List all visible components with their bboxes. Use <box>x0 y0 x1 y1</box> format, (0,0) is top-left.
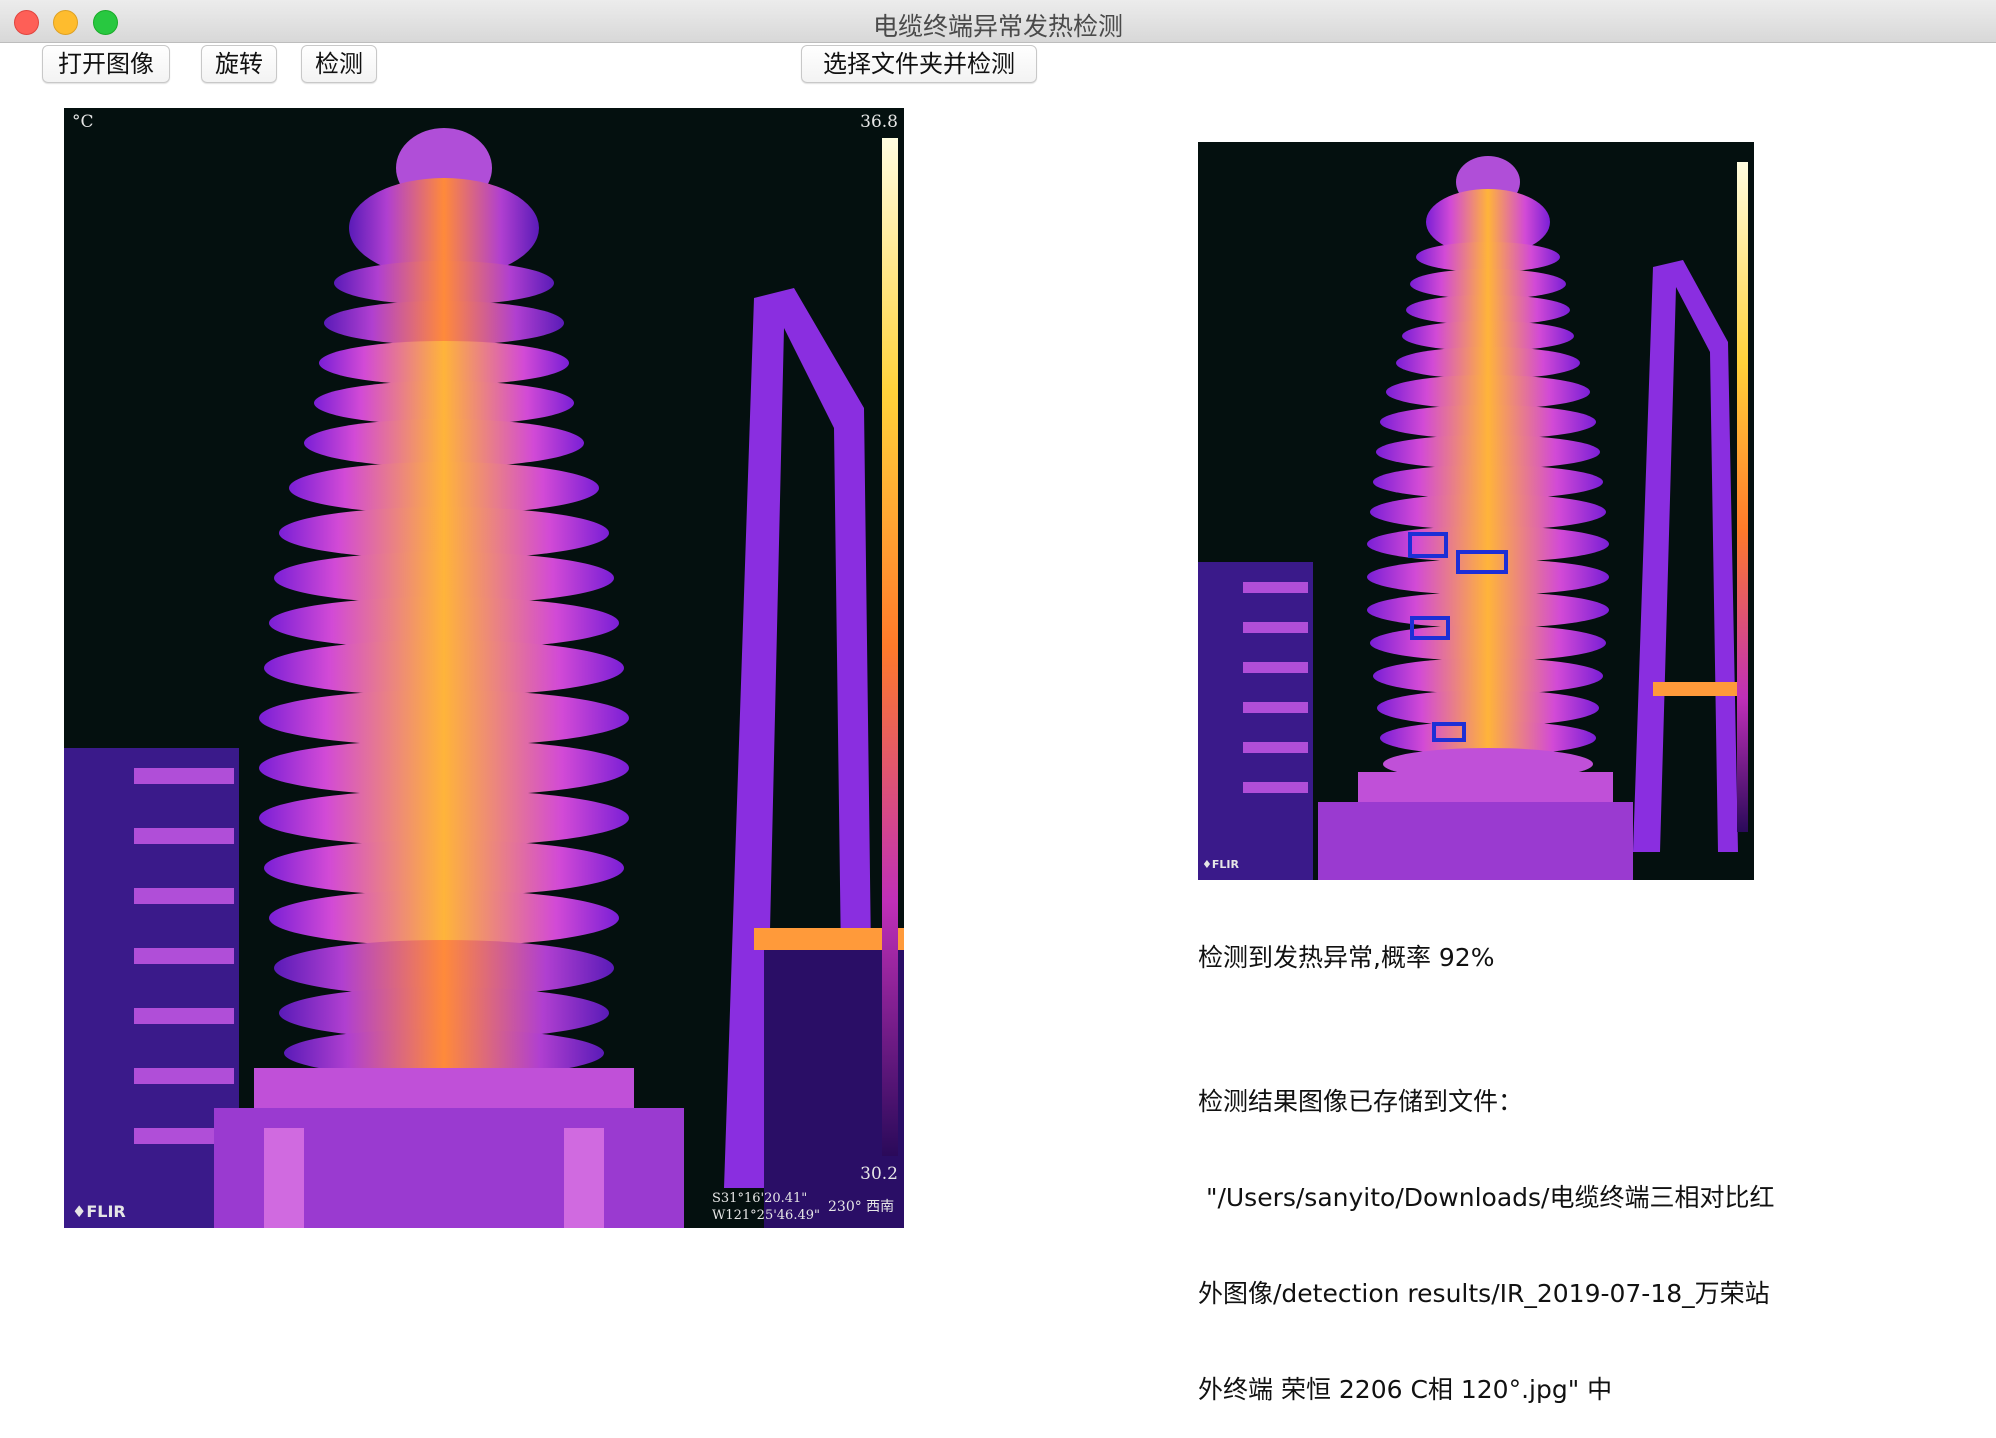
rotate-button[interactable]: 旋转 <box>201 45 277 83</box>
saved-file-info: 检测结果图像已存储到文件： "/Users/sanyito/Downloads/… <box>1198 1022 1774 1438</box>
gps-longitude: W121°25'46.49" <box>712 1208 820 1223</box>
thermal-image-graphic <box>64 108 904 1228</box>
temperature-unit-label: °C <box>72 112 94 132</box>
saved-path-line-1: "/Users/sanyito/Downloads/电缆终端三相对比红 <box>1198 1183 1775 1212</box>
select-folder-detect-button[interactable]: 选择文件夹并检测 <box>801 45 1037 83</box>
title-bar: 电缆终端异常发热检测 <box>0 0 1996 43</box>
detection-status: 检测到发热异常,概率 92% <box>1198 943 1495 972</box>
open-image-button[interactable]: 打开图像 <box>42 45 170 83</box>
source-thermal-image: °C 36.8 30.2 ♦FLIR S31°16'20.41" W121°25… <box>64 108 904 1228</box>
flame-icon: ♦ <box>72 1202 87 1221</box>
saved-heading: 检测结果图像已存储到文件： <box>1198 1087 1524 1116</box>
scale-max-label: 36.8 <box>860 112 898 132</box>
scale-min-label: 30.2 <box>860 1164 898 1184</box>
result-image-graphic <box>1198 142 1754 880</box>
detect-button[interactable]: 检测 <box>301 45 377 83</box>
gps-readout: S31°16'20.41" W121°25'46.49" <box>712 1190 820 1224</box>
saved-path-line-3: 外终端 荣恒 2206 C相 120°.jpg" 中 <box>1198 1375 1613 1404</box>
flir-logo: ♦FLIR <box>72 1202 126 1221</box>
temperature-scale-bar <box>882 138 898 1156</box>
result-thermal-image: ♦FLIR <box>1198 142 1754 880</box>
window-title: 电缆终端异常发热检测 <box>872 12 1123 41</box>
gps-latitude: S31°16'20.41" <box>712 1191 808 1206</box>
result-flir-logo: ♦FLIR <box>1202 858 1239 871</box>
result-scale-bar <box>1737 162 1748 832</box>
saved-path-line-2: 外图像/detection results/IR_2019-07-18_万荣站 <box>1198 1279 1770 1308</box>
flame-icon: ♦ <box>1202 858 1212 871</box>
compass-heading: 230° 西南 <box>828 1199 895 1215</box>
